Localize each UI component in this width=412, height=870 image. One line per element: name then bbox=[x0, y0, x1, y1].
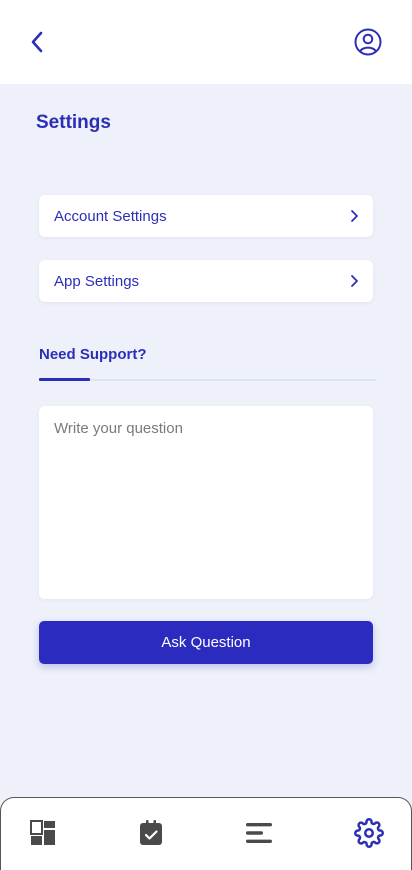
menu-lines-icon bbox=[246, 823, 272, 843]
nav-list[interactable] bbox=[244, 818, 274, 848]
top-bar bbox=[0, 0, 412, 84]
gear-icon bbox=[354, 818, 384, 848]
nav-dashboard[interactable] bbox=[28, 818, 58, 848]
account-settings-item[interactable]: Account Settings bbox=[39, 195, 373, 237]
nav-settings[interactable] bbox=[354, 818, 384, 848]
back-button[interactable] bbox=[22, 27, 52, 57]
app-settings-item[interactable]: App Settings bbox=[39, 260, 373, 302]
calendar-check-icon bbox=[140, 820, 162, 845]
chevron-right-icon bbox=[349, 209, 359, 223]
profile-button[interactable] bbox=[352, 26, 384, 58]
chevron-left-icon bbox=[31, 31, 43, 53]
question-input[interactable] bbox=[39, 406, 373, 599]
tab-active-indicator bbox=[39, 378, 90, 381]
nav-calendar[interactable] bbox=[136, 818, 166, 848]
bottom-navigation bbox=[0, 797, 412, 870]
app-settings-label: App Settings bbox=[54, 272, 140, 290]
account-settings-label: Account Settings bbox=[54, 207, 167, 225]
chevron-right-icon bbox=[349, 274, 359, 288]
page-title: Settings bbox=[36, 112, 111, 133]
tab-need-support[interactable]: Need Support? bbox=[39, 346, 147, 363]
user-circle-icon bbox=[354, 28, 382, 56]
ask-question-button[interactable]: Ask Question bbox=[39, 621, 373, 664]
dashboard-icon bbox=[30, 820, 55, 845]
